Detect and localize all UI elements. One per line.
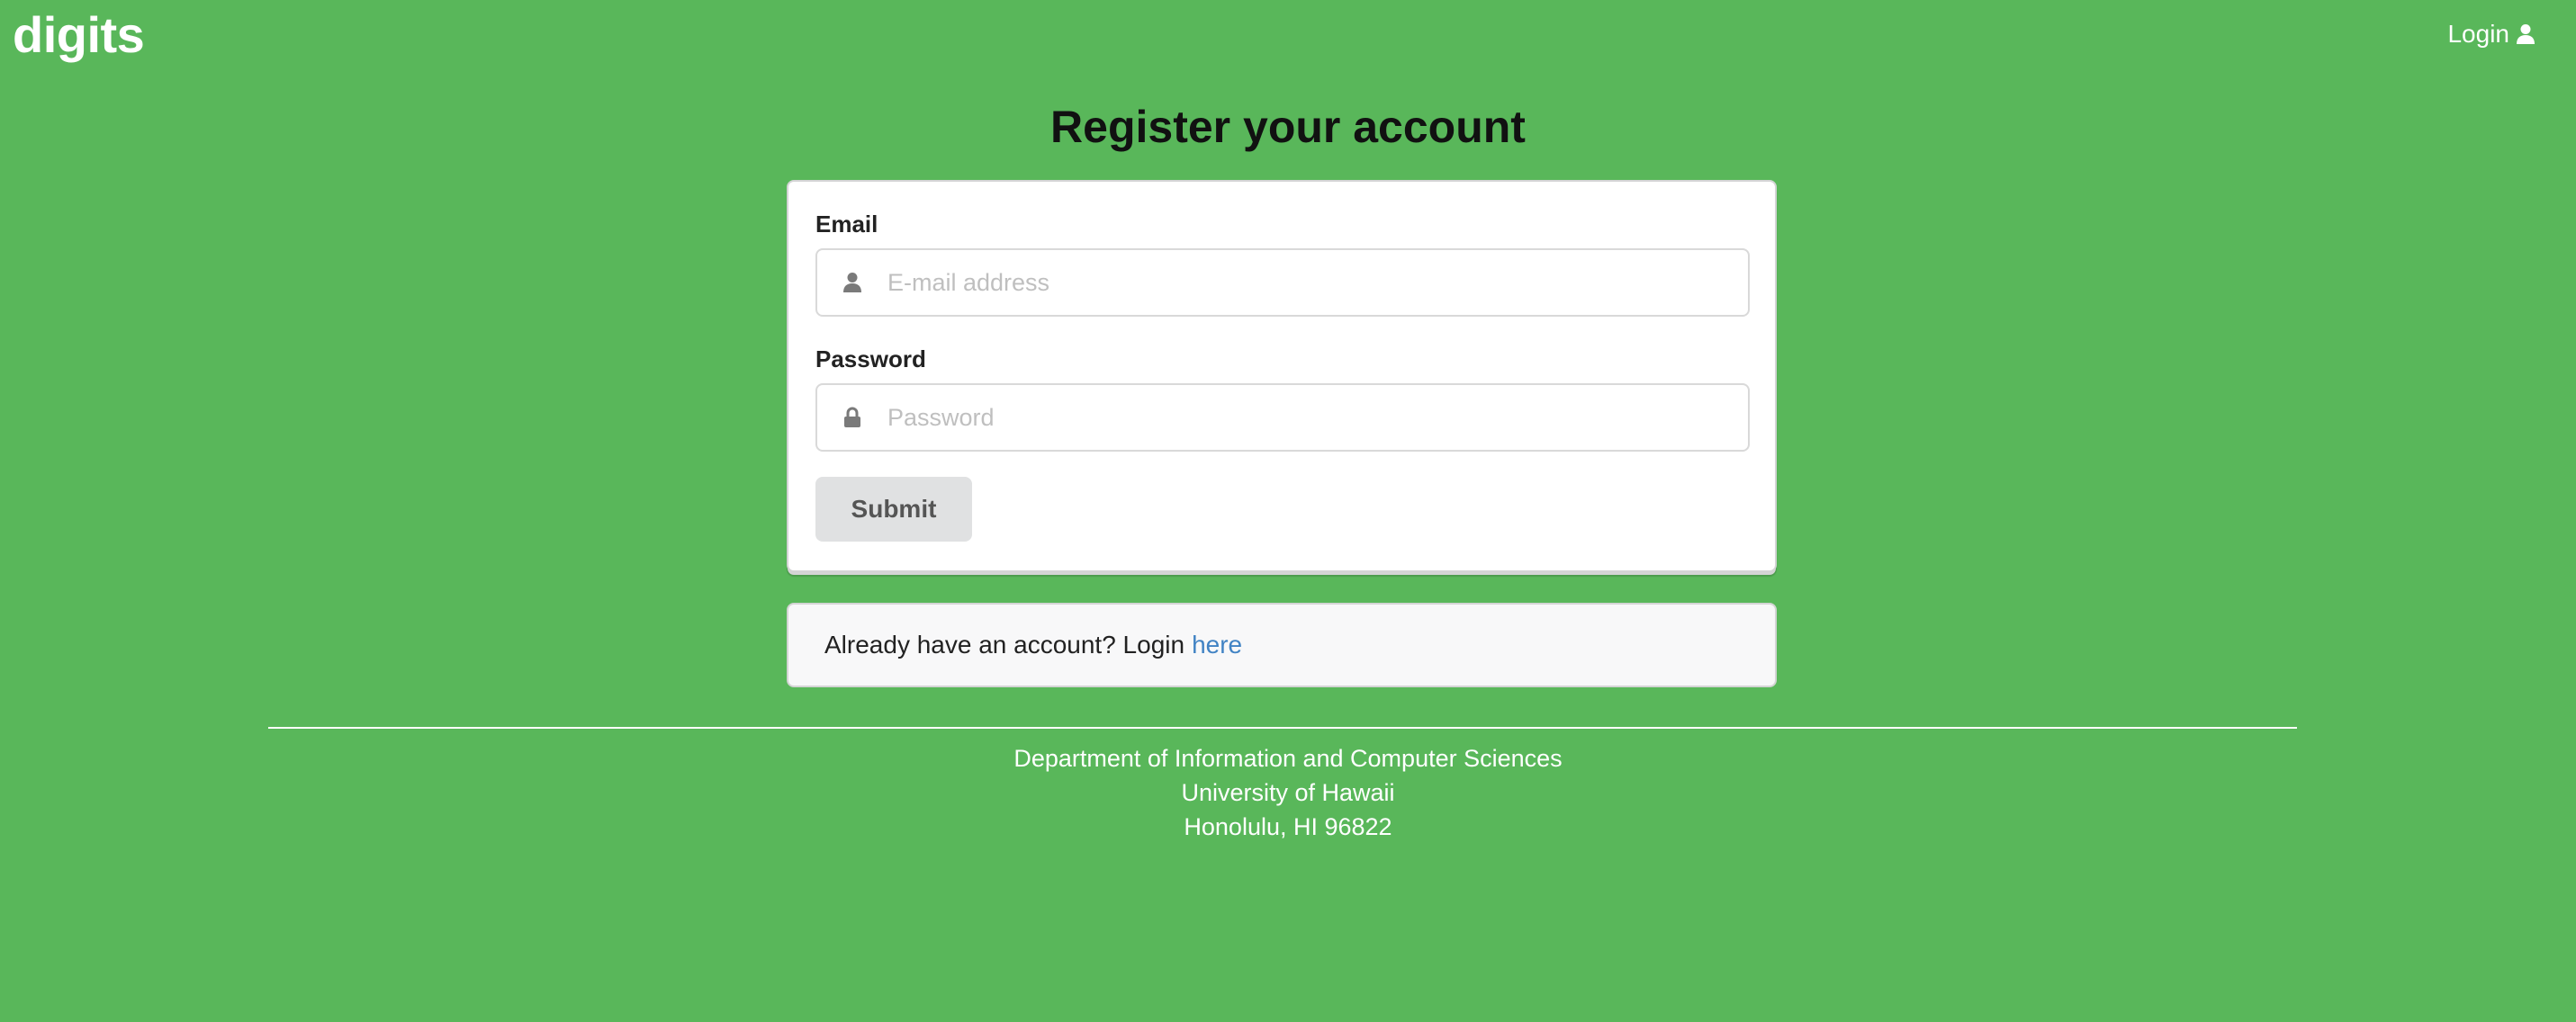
email-label: Email — [815, 211, 878, 238]
footer-address: Honolulu, HI 96822 — [1184, 813, 1392, 840]
footer: Department of Information and Computer S… — [0, 741, 2576, 844]
user-icon — [2517, 23, 2535, 45]
lock-icon — [817, 385, 887, 450]
footer-department: Department of Information and Computer S… — [1013, 745, 1563, 772]
login-message: Already have an account? Login here — [787, 603, 1777, 687]
login-label: Login — [2447, 20, 2509, 48]
login-message-text: Already have an account? Login — [824, 631, 1185, 659]
footer-divider — [268, 727, 2297, 729]
submit-button[interactable]: Submit — [815, 477, 972, 542]
navbar: digits Login — [0, 0, 2576, 72]
register-form: Email Password Submit — [787, 180, 1777, 572]
password-field-wrapper — [815, 383, 1750, 452]
email-field-wrapper — [815, 248, 1750, 317]
footer-university: University of Hawaii — [1181, 779, 1395, 806]
page-title: Register your account — [1050, 102, 1526, 152]
login-here-link[interactable]: here — [1192, 631, 1242, 659]
brand-logo[interactable]: digits — [13, 4, 145, 67]
password-input[interactable] — [887, 390, 1748, 444]
login-menu-item[interactable]: Login — [2447, 16, 2535, 52]
user-icon — [817, 250, 887, 315]
email-input[interactable] — [887, 256, 1748, 309]
password-label: Password — [815, 345, 926, 372]
